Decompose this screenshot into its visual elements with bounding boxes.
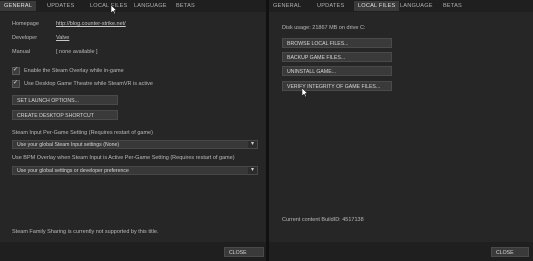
build-id-text: Current content BuildID: 4517138	[282, 217, 364, 223]
bpm-select[interactable]: Use your global settings or developer pr…	[12, 166, 258, 175]
bottom-bar: CLOSE	[0, 242, 266, 261]
tab-local-files[interactable]: LOCAL FILES	[86, 1, 131, 11]
uninstall-game-button[interactable]: UNINSTALL GAME...	[282, 66, 392, 76]
overlay-checkbox-label: Enable the Steam Overlay while in-game	[24, 68, 124, 74]
manual-value: [ none available ]	[56, 49, 98, 55]
tab-general[interactable]: GENERAL	[0, 1, 37, 11]
theatre-checkbox[interactable]	[12, 79, 20, 88]
family-sharing-note: Steam Family Sharing is currently not su…	[12, 229, 159, 235]
tab-betas[interactable]: BETAS	[172, 1, 199, 11]
bottom-bar: CLOSE	[269, 242, 533, 261]
homepage-label: Homepage	[12, 21, 39, 27]
homepage-link[interactable]: http://blog.counter-strike.net/	[56, 21, 126, 27]
properties-window-local-files: GENERAL UPDATES LOCAL FILES LANGUAGE BET…	[269, 0, 533, 261]
close-button[interactable]: CLOSE	[224, 247, 264, 257]
general-content: Homepage http://blog.counter-strike.net/…	[0, 12, 266, 261]
bpm-heading: Use BPM Overlay when Steam Input is Acti…	[12, 155, 235, 161]
close-button[interactable]: CLOSE	[491, 247, 529, 257]
properties-window-general: GENERAL UPDATES LOCAL FILES LANGUAGE BET…	[0, 0, 266, 261]
tab-updates[interactable]: UPDATES	[43, 1, 78, 11]
tab-general[interactable]: GENERAL	[269, 1, 305, 11]
tab-updates[interactable]: UPDATES	[313, 1, 348, 11]
developer-label: Developer	[12, 35, 38, 41]
browse-local-files-button[interactable]: BROWSE LOCAL FILES...	[282, 38, 392, 48]
steam-input-heading: Steam Input Per-Game Setting (Requires r…	[12, 130, 153, 136]
manual-label: Manual	[12, 49, 31, 55]
tab-betas[interactable]: BETAS	[439, 1, 466, 11]
local-files-content: Disk usage: 21867 MB on drive C: BROWSE …	[269, 12, 533, 261]
chevron-down-icon: ▾	[248, 141, 257, 148]
disk-usage-text: Disk usage: 21867 MB on drive C:	[282, 25, 366, 31]
steam-input-select-value: Use your global Steam Input settings (No…	[17, 142, 120, 148]
bpm-select-value: Use your global settings or developer pr…	[17, 168, 129, 174]
steam-input-select[interactable]: Use your global Steam Input settings (No…	[12, 140, 258, 149]
theatre-checkbox-label: Use Desktop Game Theatre while SteamVR i…	[24, 81, 153, 87]
set-launch-options-button[interactable]: SET LAUNCH OPTIONS...	[12, 95, 118, 105]
overlay-checkbox[interactable]	[12, 66, 20, 75]
verify-integrity-button[interactable]: VERIFY INTEGRITY OF GAME FILES...	[282, 81, 392, 91]
tab-language[interactable]: LANGUAGE	[130, 1, 171, 11]
developer-link[interactable]: Valve	[56, 35, 69, 41]
tab-local-files[interactable]: LOCAL FILES	[354, 1, 400, 11]
create-desktop-shortcut-button[interactable]: CREATE DESKTOP SHORTCUT	[12, 110, 118, 120]
backup-game-files-button[interactable]: BACKUP GAME FILES...	[282, 52, 392, 62]
tab-language[interactable]: LANGUAGE	[396, 1, 437, 11]
chevron-down-icon: ▾	[248, 167, 257, 174]
